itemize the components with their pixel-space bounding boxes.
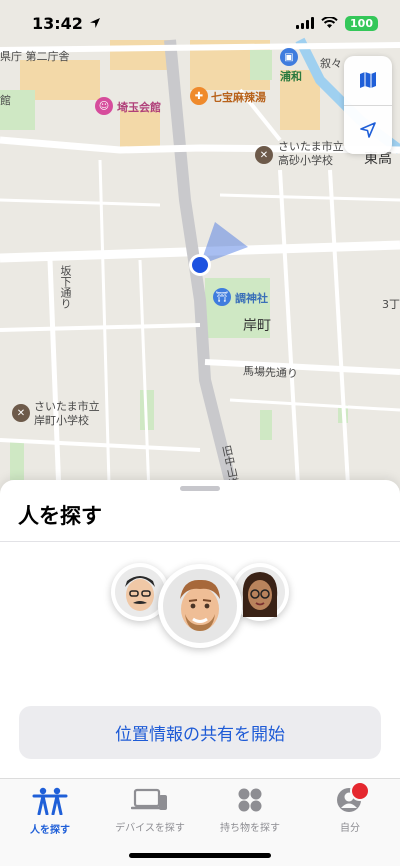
theater-icon: ☺ [95,97,113,115]
devices-icon [131,788,167,810]
people-icon [32,787,68,815]
status-time: 13:42 [32,14,101,33]
map-label: 館 [0,94,11,107]
memoji-face-icon [235,567,285,617]
home-indicator [129,853,271,858]
tab-items[interactable]: 持ち物を探す [200,787,300,834]
map-label: さいたま市立 岸町小学校 [34,400,100,427]
tab-label: デバイスを探す [115,823,185,834]
sheet-grabber[interactable] [180,486,220,491]
sheet-title: 人を探す [18,504,102,528]
map-label: 坂下通り [59,265,72,309]
items-icon [238,788,262,812]
school-icon: ✕ [12,404,30,422]
battery-icon: 100 [345,15,378,31]
location-arrow-icon [360,121,376,138]
train-icon: ▣ [280,48,298,66]
cellular-signal-icon [296,17,315,29]
tab-people[interactable]: 人を探す [0,787,100,836]
tab-devices[interactable]: デバイスを探す [100,787,200,834]
map-label: 岸町 [243,318,271,334]
map-view[interactable]: 県庁 第二庁舎 浦和 ▣ 叙々 館 ☺ 埼玉会館 ✚ 七宝麻辣湯 ✕ さいたま市… [0,0,400,520]
map-label: 馬場先通り [242,364,299,381]
map-mode-button[interactable] [344,56,392,105]
tab-label: 持ち物を探す [220,823,280,834]
current-location-button[interactable] [344,106,392,155]
map-label: さいたま市立 高砂小学校 [278,140,344,167]
clock-label: 13:42 [32,13,83,33]
map-label: 調神社 [235,292,268,305]
map-label: 県庁 第二庁舎 [0,50,70,63]
map-label: 3丁 [382,298,400,311]
map-label: 叙々 [320,57,342,70]
memoji-face-icon [163,569,237,643]
start-sharing-location-button[interactable]: 位置情報の共有を開始 [19,706,381,759]
school-icon: ✕ [255,146,273,164]
map-label: 埼玉会館 [117,101,161,114]
restaurant-icon: ✚ [190,87,208,105]
divider [0,541,400,542]
notification-badge [350,781,370,801]
memoji-avatar-man-main [158,564,242,648]
map-label: 浦和 [280,70,302,83]
people-sheet: 人を探す 位置情報の共有を開始 [0,480,400,780]
tab-me[interactable]: 自分 [300,781,400,834]
shrine-icon: ⛩ [213,288,231,306]
tab-label: 人を探す [30,825,70,836]
map-icon [360,72,376,89]
location-services-icon [89,18,100,28]
wifi-icon [321,17,338,28]
map-roads [0,0,400,520]
status-bar: 13:42 100 [0,0,400,46]
map-label: 七宝麻辣湯 [211,91,266,104]
tab-label: 自分 [340,823,360,834]
tab-bar: 人を探す デバイスを探す 持ち物を探す 自分 [0,778,400,866]
map-controls [344,56,392,154]
